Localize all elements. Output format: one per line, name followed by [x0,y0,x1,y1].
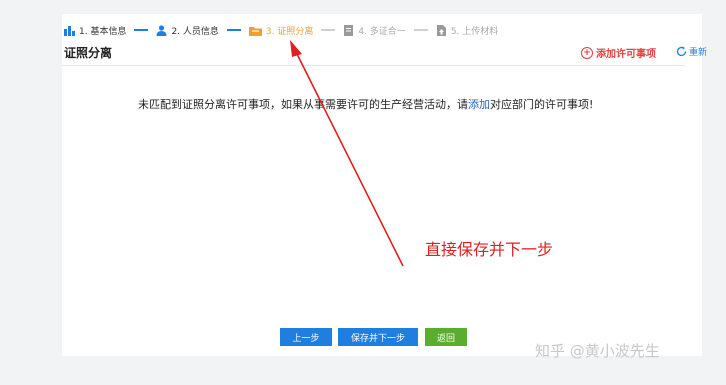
watermark: 知乎 @黄小波先生 [535,342,660,360]
annotation-text: 直接保存并下一步 [425,240,554,259]
prev-step-button[interactable]: 上一步 [280,328,332,346]
save-next-button[interactable]: 保存并下一步 [338,328,418,346]
back-button[interactable]: 返回 [425,328,467,346]
